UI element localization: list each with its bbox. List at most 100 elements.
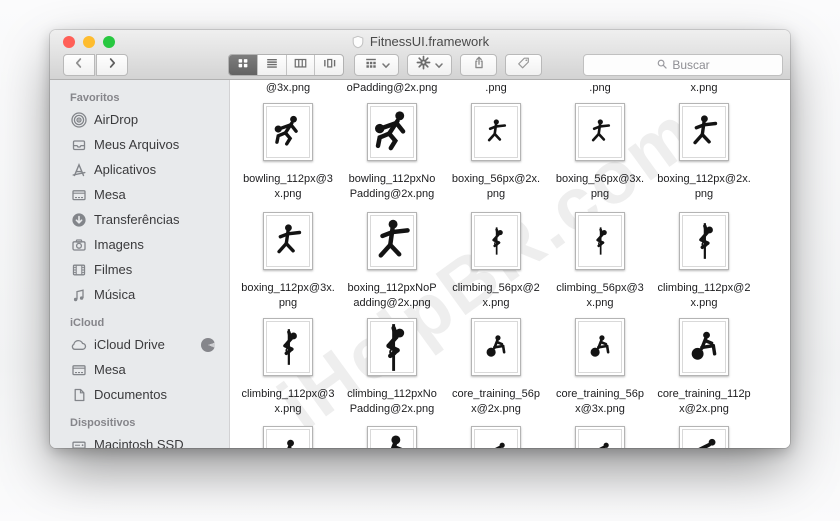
file-name: boxing_112pxNoPadding@2x.png (347, 281, 436, 311)
file-item-climbing-56px-3x-png[interactable]: climbing_56px@3x.png (548, 212, 652, 311)
sidebar-item-aplicativos[interactable]: Aplicativos (50, 157, 229, 182)
sidebar-item-macintosh-ssd[interactable]: Macintosh SSD (50, 432, 229, 448)
file-thumbnail (263, 103, 313, 161)
file-name: boxing_56px@3x.png (556, 172, 644, 202)
file-item-bowling-112pxnopadding-2x-png[interactable]: bowling_112pxNoPadding@2x.png (340, 103, 444, 202)
list-view-icon (265, 56, 279, 75)
file-name: boxing_56px@2x.png (452, 172, 540, 202)
sync-progress-indicator (201, 338, 215, 352)
clipped-file-row-below (236, 426, 756, 448)
file-item-climbing-112px-2x-png[interactable]: climbing_112px@2x.png (652, 212, 756, 311)
airdrop-icon (70, 111, 87, 128)
tags-button[interactable] (505, 54, 542, 76)
sidebar-item-mesa[interactable]: Mesa (50, 182, 229, 207)
back-button[interactable] (63, 54, 95, 76)
boxing-pictogram-icon (370, 217, 414, 266)
file-item-core-training-56px-2x-png[interactable]: core_training_56px@2x.png (444, 318, 548, 417)
core-pictogram-icon (370, 431, 414, 449)
climbing-pictogram-icon (687, 222, 721, 260)
file-item-climbing-112px-3x-png[interactable]: climbing_112px@3x.png (236, 318, 340, 417)
file-thumbnail (367, 426, 417, 448)
sidebar-section-header: Dispositivos (50, 411, 229, 432)
icon-view-button[interactable] (229, 55, 257, 75)
sidebar-section-header: iCloud (50, 311, 229, 332)
sidebar-item-airdrop[interactable]: AirDrop (50, 107, 229, 132)
documents-stack-icon (70, 136, 87, 153)
file-thumbnail (575, 103, 625, 161)
file-item-boxing-112px-2x-png[interactable]: boxing_112px@2x.png (652, 103, 756, 202)
file-item-clipped[interactable] (548, 426, 652, 448)
chevron-down-icon (382, 56, 390, 74)
sidebar-item-imagens[interactable]: Imagens (50, 232, 229, 257)
framework-proxy-icon (351, 35, 365, 49)
core-pictogram-icon (271, 436, 305, 448)
arrange-menu-button[interactable] (354, 54, 399, 76)
document-icon (70, 386, 87, 403)
file-item-boxing-56px-2x-png[interactable]: boxing_56px@2x.png (444, 103, 548, 202)
coverflow-view-icon (322, 56, 337, 75)
sidebar-item-icloud-drive[interactable]: iCloud Drive (50, 332, 229, 357)
column-view-button[interactable] (286, 55, 315, 75)
sidebar-item-meus-arquivos[interactable]: Meus Arquivos (50, 132, 229, 157)
clipped-file-label: .png (548, 82, 652, 94)
file-item-clipped[interactable] (236, 426, 340, 448)
forward-button[interactable] (96, 54, 128, 76)
file-row: bowling_112px@3x.png bowling_112pxNoPadd… (236, 103, 756, 202)
sidebar-item-documentos[interactable]: Documentos (50, 382, 229, 407)
sidebar-item-label: iCloud Drive (94, 337, 165, 352)
toolbar: Buscar (50, 54, 790, 76)
file-item-core-training-112px-2x-png[interactable]: core_training_112px@2x.png (652, 318, 756, 417)
file-item-clipped[interactable] (444, 426, 548, 448)
arrange-icon (364, 56, 378, 75)
file-row: climbing_112px@3x.png climbing_112pxNoPa… (236, 318, 756, 417)
file-item-clipped[interactable] (340, 426, 444, 448)
finder-sidebar: Favoritos AirDrop Meus Arquivos Aplicati… (50, 80, 230, 448)
file-thumbnail (263, 212, 313, 270)
file-name: core_training_56px@2x.png (452, 387, 540, 417)
chevron-down-icon (435, 56, 443, 74)
file-thumbnail (679, 318, 729, 376)
sidebar-item-label: Música (94, 287, 135, 302)
window-title: FitnessUI.framework (370, 34, 489, 49)
sidebar-item-filmes[interactable]: Filmes (50, 257, 229, 282)
file-item-climbing-112pxnopadding-2x-png[interactable]: climbing_112pxNoPadding@2x.png (340, 318, 444, 417)
sidebar-item-label: Aplicativos (94, 162, 156, 177)
sidebar-section: iCloud iCloud Drive Mesa Documentos (50, 311, 229, 407)
file-item-boxing-112pxnopadding-2x-png[interactable]: boxing_112pxNoPadding@2x.png (340, 212, 444, 311)
sidebar-item-label: Macintosh SSD (94, 437, 184, 448)
coverflow-view-button[interactable] (314, 55, 343, 75)
sidebar-item-mesa[interactable]: Mesa (50, 357, 229, 382)
sidebar-item-musica[interactable]: Música (50, 282, 229, 307)
pushup-pictogram-icon (687, 436, 721, 448)
sidebar-item-label: Documentos (94, 387, 167, 402)
sidebar-item-label: Mesa (94, 362, 126, 377)
clipped-file-label: @3x.png (236, 82, 340, 94)
file-thumbnail (367, 212, 417, 270)
sidebar-item-transferencias[interactable]: Transferências (50, 207, 229, 232)
file-name: climbing_56px@2x.png (452, 281, 540, 311)
climbing-pictogram-icon (271, 328, 305, 366)
search-input[interactable] (584, 55, 782, 75)
sidebar-item-label: Filmes (94, 262, 132, 277)
core-pictogram-icon (687, 328, 721, 366)
list-view-button[interactable] (257, 55, 286, 75)
file-thumbnail (263, 318, 313, 376)
hard-drive-icon (70, 436, 87, 448)
file-item-core-training-56px-3x-png[interactable]: core_training_56px@3x.png (548, 318, 652, 417)
file-item-boxing-56px-3x-png[interactable]: boxing_56px@3x.png (548, 103, 652, 202)
file-item-clipped[interactable] (652, 426, 756, 448)
desktop-background: FitnessUI.framework (0, 0, 840, 521)
chevron-right-icon (105, 56, 119, 75)
icloud-drive-icon (70, 336, 87, 353)
file-item-climbing-56px-2x-png[interactable]: climbing_56px@2x.png (444, 212, 548, 311)
window-title-area: FitnessUI.framework (50, 34, 790, 49)
file-thumbnail (471, 212, 521, 270)
file-name: boxing_112px@2x.png (657, 172, 751, 202)
share-button[interactable] (460, 54, 497, 76)
sidebar-section: Dispositivos Macintosh SSD (50, 411, 229, 448)
action-menu-button[interactable] (407, 54, 452, 76)
clipped-file-label: oPadding@2x.png (340, 82, 444, 94)
file-item-boxing-112px-3x-png[interactable]: boxing_112px@3x.png (236, 212, 340, 311)
file-item-bowling-112px-3x-png[interactable]: bowling_112px@3x.png (236, 103, 340, 202)
file-thumbnail (263, 426, 313, 448)
